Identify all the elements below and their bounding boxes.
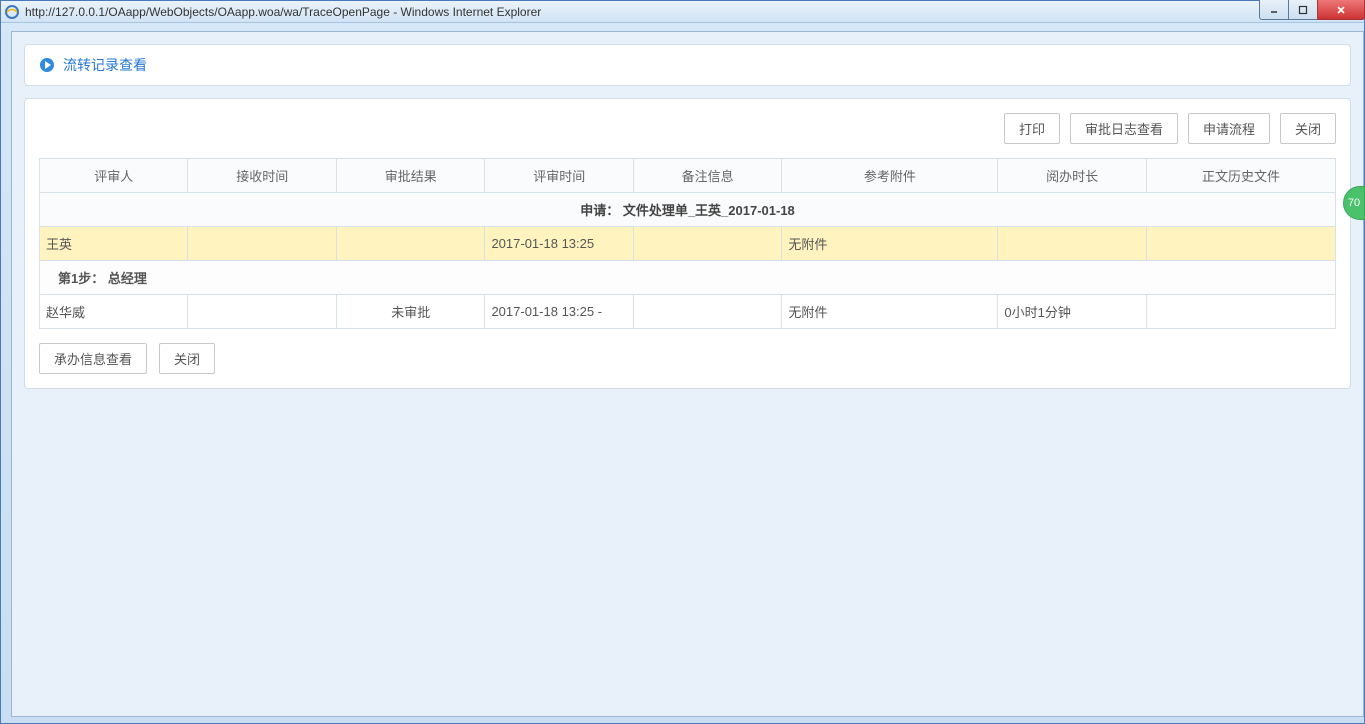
page-body: 流转记录查看 打印 审批日志查看 申请流程 关闭 申请： 文 (12, 32, 1363, 401)
cell-result: 未审批 (336, 295, 484, 329)
col-recv-time: 接收时间 (188, 159, 336, 193)
bottom-actions: 承办信息查看 关闭 (39, 343, 1336, 374)
table-caption-row: 申请： 文件处理单_王英_2017-01-18 (40, 193, 1336, 227)
apply-flow-button[interactable]: 申请流程 (1188, 113, 1270, 144)
content-area: 流转记录查看 打印 审批日志查看 申请流程 关闭 申请： 文 (11, 31, 1364, 717)
close-button[interactable]: 关闭 (1280, 113, 1336, 144)
cell-attach: 无附件 (782, 227, 998, 261)
cell-reviewer: 赵华威 (40, 295, 188, 329)
cell-history (1146, 295, 1335, 329)
arrow-right-circle-icon (39, 57, 55, 73)
toolbar: 打印 审批日志查看 申请流程 关闭 (39, 113, 1336, 144)
table-row: 赵华威 未审批 2017-01-18 13:25 - 无附件 0小时1分钟 (40, 295, 1336, 329)
window-frame: http://127.0.0.1/OAapp/WebObjects/OAapp.… (0, 0, 1365, 724)
cell-review-time: 2017-01-18 13:25 - (485, 295, 633, 329)
col-review-time: 评审时间 (485, 159, 633, 193)
table-row: 王英 2017-01-18 13:25 无附件 (40, 227, 1336, 261)
cell-recv-time (188, 295, 336, 329)
col-reviewer: 评审人 (40, 159, 188, 193)
window-controls (1260, 0, 1365, 20)
panel-header: 流转记录查看 (24, 44, 1351, 86)
col-attach: 参考附件 (782, 159, 998, 193)
title-bar: http://127.0.0.1/OAapp/WebObjects/OAapp.… (1, 1, 1364, 23)
cell-attach: 无附件 (782, 295, 998, 329)
ie-icon (5, 5, 19, 19)
info-view-button[interactable]: 承办信息查看 (39, 343, 147, 374)
minimize-button[interactable] (1259, 0, 1289, 20)
page-title: 流转记录查看 (63, 55, 147, 75)
col-remark: 备注信息 (633, 159, 781, 193)
cell-duration (998, 227, 1146, 261)
table-header-row: 评审人 接收时间 审批结果 评审时间 备注信息 参考附件 阅办时长 正文历史文件 (40, 159, 1336, 193)
cell-history (1146, 227, 1335, 261)
table-caption: 申请： 文件处理单_王英_2017-01-18 (40, 193, 1336, 227)
cell-result (336, 227, 484, 261)
audit-log-button[interactable]: 审批日志查看 (1070, 113, 1178, 144)
close-button-bottom[interactable]: 关闭 (159, 343, 215, 374)
cell-remark (633, 227, 781, 261)
cell-reviewer: 王英 (40, 227, 188, 261)
cell-review-time: 2017-01-18 13:25 (485, 227, 633, 261)
maximize-button[interactable] (1288, 0, 1318, 20)
close-window-button[interactable] (1317, 0, 1365, 20)
print-button[interactable]: 打印 (1004, 113, 1060, 144)
col-duration: 阅办时长 (998, 159, 1146, 193)
panel-body: 打印 审批日志查看 申请流程 关闭 申请： 文件处理单_王英_2017-01-1… (24, 98, 1351, 389)
window-title: http://127.0.0.1/OAapp/WebObjects/OAapp.… (25, 5, 1360, 19)
cell-duration: 0小时1分钟 (998, 295, 1146, 329)
cell-recv-time (188, 227, 336, 261)
col-result: 审批结果 (336, 159, 484, 193)
cell-remark (633, 295, 781, 329)
step-label: 第1步： 总经理 (40, 261, 1336, 295)
step-row: 第1步： 总经理 (40, 261, 1336, 295)
trace-table: 申请： 文件处理单_王英_2017-01-18 评审人 接收时间 审批结果 评审… (39, 158, 1336, 329)
col-history: 正文历史文件 (1146, 159, 1335, 193)
